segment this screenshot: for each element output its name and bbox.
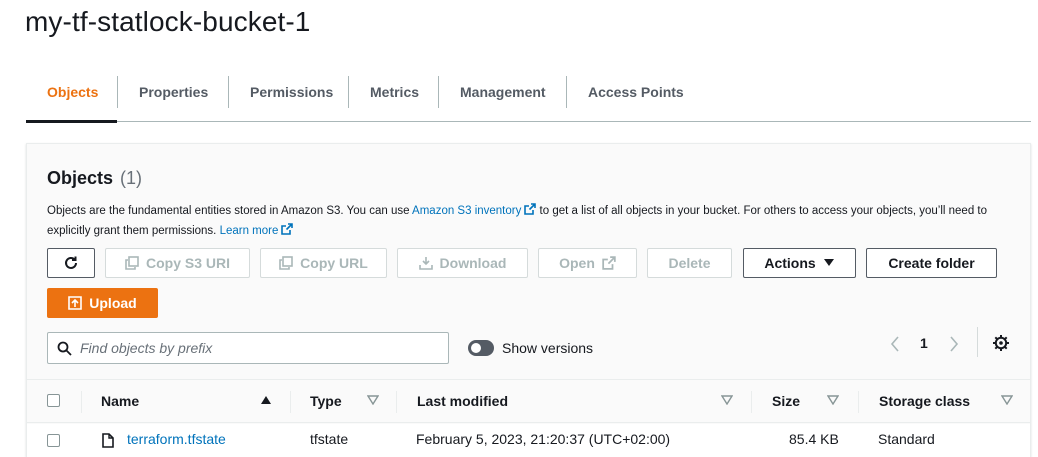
search-icon	[57, 341, 72, 356]
actions-label: Actions	[764, 255, 816, 271]
upload-button[interactable]: Upload	[47, 288, 158, 318]
external-link-icon	[602, 256, 616, 270]
object-name-link[interactable]: terraform.tfstate	[127, 431, 226, 447]
tab-access-points[interactable]: Access Points	[567, 74, 705, 110]
download-button[interactable]: Download	[397, 248, 528, 278]
row-checkbox[interactable]	[47, 434, 60, 447]
copy-url-label: Copy URL	[300, 255, 368, 271]
caret-down-icon	[823, 259, 834, 266]
download-icon	[418, 257, 433, 270]
create-folder-button[interactable]: Create folder	[866, 248, 997, 278]
external-link-icon[interactable]	[281, 223, 294, 235]
copy-icon	[125, 256, 139, 270]
delete-button[interactable]: Delete	[647, 248, 732, 278]
sort-ascending-icon[interactable]	[260, 395, 272, 405]
tab-permissions[interactable]: Permissions	[229, 74, 354, 110]
copy-s3-uri-label: Copy S3 URI	[145, 255, 230, 271]
sort-descending-icon[interactable]	[367, 395, 379, 405]
file-icon	[102, 433, 114, 448]
search-input[interactable]	[80, 340, 430, 356]
open-button[interactable]: Open	[538, 248, 637, 278]
table-row[interactable]: terraform.tfstate tfstate February 5, 20…	[27, 424, 1030, 457]
column-header-size[interactable]: Size	[772, 393, 800, 409]
next-page-button[interactable]	[946, 334, 962, 354]
column-divider	[81, 391, 82, 413]
description-text: Objects are the fundamental entities sto…	[47, 205, 413, 217]
active-tab-indicator	[26, 120, 117, 123]
object-storage-class: Standard	[878, 431, 935, 447]
gear-icon	[993, 335, 1009, 351]
actions-dropdown[interactable]: Actions	[743, 248, 856, 278]
column-divider	[396, 391, 397, 413]
sort-descending-icon[interactable]	[1001, 395, 1013, 405]
panel-description: Objects are the fundamental entities sto…	[47, 201, 1007, 241]
external-link-icon[interactable]	[524, 203, 537, 215]
show-versions-label: Show versions	[502, 340, 594, 356]
object-last-modified: February 5, 2023, 21:20:37 (UTC+02:00)	[416, 431, 671, 447]
copy-url-button[interactable]: Copy URL	[260, 248, 387, 278]
objects-panel: Objects (1) Objects are the fundamental …	[26, 143, 1031, 457]
tab-management[interactable]: Management	[439, 74, 567, 110]
tab-bar: Objects Properties Permissions Metrics M…	[26, 62, 1031, 123]
toggle-knob	[471, 343, 481, 353]
object-count: (1)	[120, 168, 143, 188]
current-page-number[interactable]: 1	[920, 335, 928, 351]
column-divider	[290, 391, 291, 413]
previous-page-button[interactable]	[887, 334, 903, 354]
inventory-link[interactable]: Amazon S3 inventory	[412, 205, 521, 217]
panel-title-text: Objects	[47, 168, 114, 188]
tab-objects[interactable]: Objects	[26, 74, 119, 110]
pager-divider	[977, 327, 978, 357]
tab-properties[interactable]: Properties	[118, 74, 229, 110]
panel-title: Objects (1)	[47, 168, 142, 189]
sort-descending-icon[interactable]	[827, 395, 839, 405]
upload-icon	[68, 296, 83, 310]
refresh-button[interactable]	[47, 248, 95, 278]
page-title: my-tf-statlock-bucket-1	[25, 6, 311, 37]
column-header-type[interactable]: Type	[310, 393, 342, 409]
column-divider	[751, 391, 752, 413]
column-header-last-modified[interactable]: Last modified	[417, 393, 508, 409]
show-versions-toggle[interactable]	[468, 340, 494, 356]
copy-s3-uri-button[interactable]: Copy S3 URI	[105, 248, 250, 278]
object-size: 85.4 KB	[789, 431, 839, 447]
column-header-storage-class[interactable]: Storage class	[879, 393, 970, 409]
refresh-icon	[65, 256, 77, 269]
column-header-name[interactable]: Name	[101, 393, 139, 409]
object-type: tfstate	[310, 431, 349, 447]
upload-label: Upload	[89, 295, 137, 311]
sort-descending-icon[interactable]	[721, 395, 733, 405]
open-label: Open	[559, 255, 595, 271]
copy-icon	[279, 256, 293, 270]
chevron-right-icon	[950, 336, 959, 352]
preferences-button[interactable]	[992, 334, 1010, 357]
chevron-left-icon	[890, 336, 899, 352]
select-all-checkbox[interactable]	[47, 394, 60, 407]
delete-label: Delete	[668, 255, 711, 271]
column-divider	[858, 391, 859, 413]
create-folder-label: Create folder	[888, 255, 975, 271]
table-header-row: Name Type Last modified Size Storage cla…	[27, 379, 1030, 423]
tab-metrics[interactable]: Metrics	[349, 74, 440, 110]
learn-more-link[interactable]: Learn more	[220, 225, 279, 237]
download-label: Download	[439, 255, 507, 271]
search-field[interactable]	[47, 332, 449, 364]
